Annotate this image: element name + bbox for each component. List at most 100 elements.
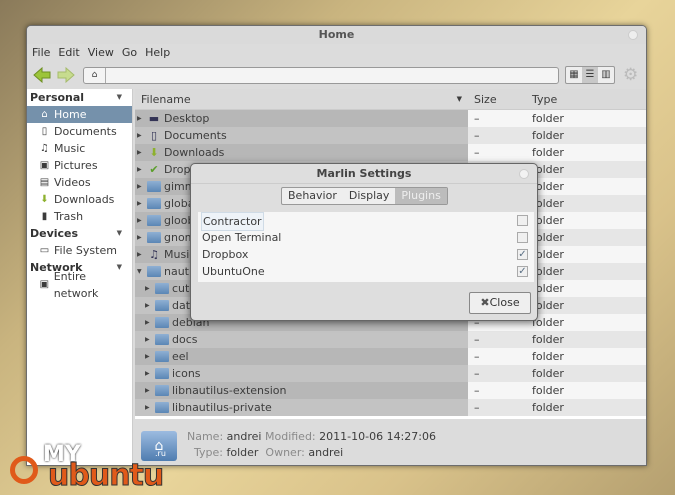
- plugin-name: Dropbox: [202, 248, 249, 261]
- expander-icon[interactable]: ▶: [145, 382, 152, 399]
- expander-icon[interactable]: ▶: [137, 110, 144, 127]
- sidebar-item-label: Trash: [54, 210, 84, 223]
- expander-icon[interactable]: ▶: [145, 399, 152, 416]
- expander-icon[interactable]: ▶: [137, 212, 144, 229]
- documents-icon: ▯: [41, 126, 48, 137]
- plugin-checkbox[interactable]: [517, 215, 528, 226]
- table-row[interactable]: ▶ icons – folder: [135, 365, 646, 382]
- file-name: Downloads: [164, 146, 225, 159]
- plugin-name: UbuntuOne: [202, 265, 265, 278]
- collapse-icon[interactable]: ▼: [117, 89, 122, 106]
- expander-icon[interactable]: ▶: [145, 297, 152, 314]
- tab-display[interactable]: Display: [343, 188, 396, 204]
- expander-icon[interactable]: ▶: [145, 314, 152, 331]
- type-cell: folder: [526, 297, 646, 314]
- table-row[interactable]: ▶ eel – folder: [135, 348, 646, 365]
- menu-go[interactable]: Go: [122, 44, 137, 61]
- plugin-checkbox[interactable]: ✓: [517, 249, 528, 260]
- column-header-size[interactable]: Size: [468, 89, 526, 109]
- sidebar-item-label: Documents: [54, 125, 117, 138]
- type-label: Type:: [194, 446, 223, 459]
- section-label: Devices: [30, 227, 79, 240]
- plugin-name: Open Terminal: [202, 231, 282, 244]
- plugin-checkbox[interactable]: ✓: [517, 266, 528, 277]
- expander-icon[interactable]: ▶: [145, 280, 152, 297]
- expander-icon[interactable]: ▶: [137, 178, 144, 195]
- modified-value: 2011-10-06 14:27:06: [319, 430, 436, 443]
- expander-icon[interactable]: ▶: [137, 127, 144, 144]
- back-icon[interactable]: [33, 67, 51, 83]
- menu-help[interactable]: Help: [145, 44, 170, 61]
- sidebar-section-network[interactable]: Network ▼: [27, 259, 132, 276]
- expander-icon[interactable]: ▶: [137, 246, 144, 263]
- plugin-row[interactable]: Dropbox ✓: [198, 246, 534, 263]
- toolbar: ⌂ ▦ ☰ ▥ ⚙: [27, 61, 646, 89]
- sidebar-item-videos[interactable]: ▤ Videos: [27, 174, 132, 191]
- type-cell: folder: [526, 263, 646, 280]
- sidebar-item-trash[interactable]: ▮ Trash: [27, 208, 132, 225]
- table-row[interactable]: ▶ libnautilus-private – folder: [135, 399, 646, 416]
- sort-icon: ▼: [456, 95, 462, 103]
- sidebar-item-entire-network[interactable]: ▣ Entire network: [27, 270, 132, 300]
- plugin-row[interactable]: Open Terminal: [198, 229, 534, 246]
- menu-edit[interactable]: Edit: [58, 44, 79, 61]
- close-button[interactable]: ✖Close: [469, 292, 531, 314]
- plugin-row[interactable]: Contractor: [198, 212, 534, 231]
- menu-bar: File Edit View Go Help: [27, 44, 646, 61]
- table-row[interactable]: ▶ ⬇ Downloads – folder: [135, 144, 646, 161]
- sidebar-item-file-system[interactable]: ▭ File System: [27, 242, 132, 259]
- menu-file[interactable]: File: [32, 44, 50, 61]
- list-view-button[interactable]: ☰: [582, 67, 598, 83]
- table-row[interactable]: ▶ ▬ Desktop – folder: [135, 110, 646, 127]
- sidebar-item-home[interactable]: ⌂ Home: [27, 106, 132, 123]
- table-row[interactable]: ▶ docs – folder: [135, 331, 646, 348]
- expander-icon[interactable]: ▶: [137, 161, 144, 178]
- type-cell: folder: [526, 399, 646, 416]
- menu-view[interactable]: View: [88, 44, 114, 61]
- plugin-checkbox[interactable]: [517, 232, 528, 243]
- expander-icon[interactable]: ▶: [137, 229, 144, 246]
- downloads-icon: ⬇: [40, 194, 49, 205]
- column-header-type[interactable]: Type: [526, 89, 557, 109]
- expander-icon[interactable]: ▶: [145, 348, 152, 365]
- file-name: Desktop: [164, 112, 210, 125]
- filename-cell: ▶ ▯ Documents: [135, 127, 468, 144]
- sidebar-item-music[interactable]: ♫ Music: [27, 140, 132, 157]
- forward-icon[interactable]: [57, 67, 75, 83]
- dialog-close-icon[interactable]: [519, 169, 529, 179]
- downloads-icon: ⬇: [149, 146, 159, 159]
- tab-plugins[interactable]: Plugins: [395, 188, 447, 204]
- icon-view-button[interactable]: ▦: [566, 67, 582, 83]
- table-row[interactable]: ▶ libnautilus-extension – folder: [135, 382, 646, 399]
- sidebar-item-downloads[interactable]: ⬇ Downloads: [27, 191, 132, 208]
- documents-icon: ▯: [150, 129, 158, 142]
- filename-cell: ▶ libnautilus-extension: [135, 382, 468, 399]
- tab-behavior[interactable]: Behavior: [282, 188, 343, 204]
- expander-icon[interactable]: ▶: [145, 365, 152, 382]
- column-view-button[interactable]: ▥: [598, 67, 614, 83]
- filename-cell: ▶ ⬇ Downloads: [135, 144, 468, 161]
- table-row[interactable]: ▶ ▯ Documents – folder: [135, 127, 646, 144]
- sidebar-item-documents[interactable]: ▯ Documents: [27, 123, 132, 140]
- type-cell: folder: [526, 280, 646, 297]
- sidebar-section-personal[interactable]: Personal ▼: [27, 89, 132, 106]
- column-header-filename[interactable]: Filename ▼: [135, 89, 468, 109]
- location-bar[interactable]: ⌂: [83, 67, 559, 84]
- expander-icon[interactable]: ▶: [137, 195, 144, 212]
- plugin-row[interactable]: UbuntuOne ✓: [198, 263, 534, 280]
- expander-icon[interactable]: ▼: [137, 263, 144, 280]
- folder-icon: [155, 385, 169, 396]
- folder-icon: [147, 266, 161, 277]
- expander-icon[interactable]: ▶: [145, 331, 152, 348]
- videos-icon: ▤: [39, 177, 50, 188]
- window-close-button[interactable]: [628, 30, 638, 40]
- expander-icon[interactable]: ▶: [137, 144, 144, 161]
- type-cell: folder: [526, 110, 646, 127]
- sidebar-item-pictures[interactable]: ▣ Pictures: [27, 157, 132, 174]
- sidebar-section-devices[interactable]: Devices ▼: [27, 225, 132, 242]
- type-cell: folder: [526, 144, 646, 161]
- gear-icon[interactable]: ⚙: [623, 65, 638, 85]
- home-breadcrumb-icon[interactable]: ⌂: [84, 68, 106, 83]
- collapse-icon[interactable]: ▼: [117, 259, 122, 276]
- collapse-icon[interactable]: ▼: [117, 225, 122, 242]
